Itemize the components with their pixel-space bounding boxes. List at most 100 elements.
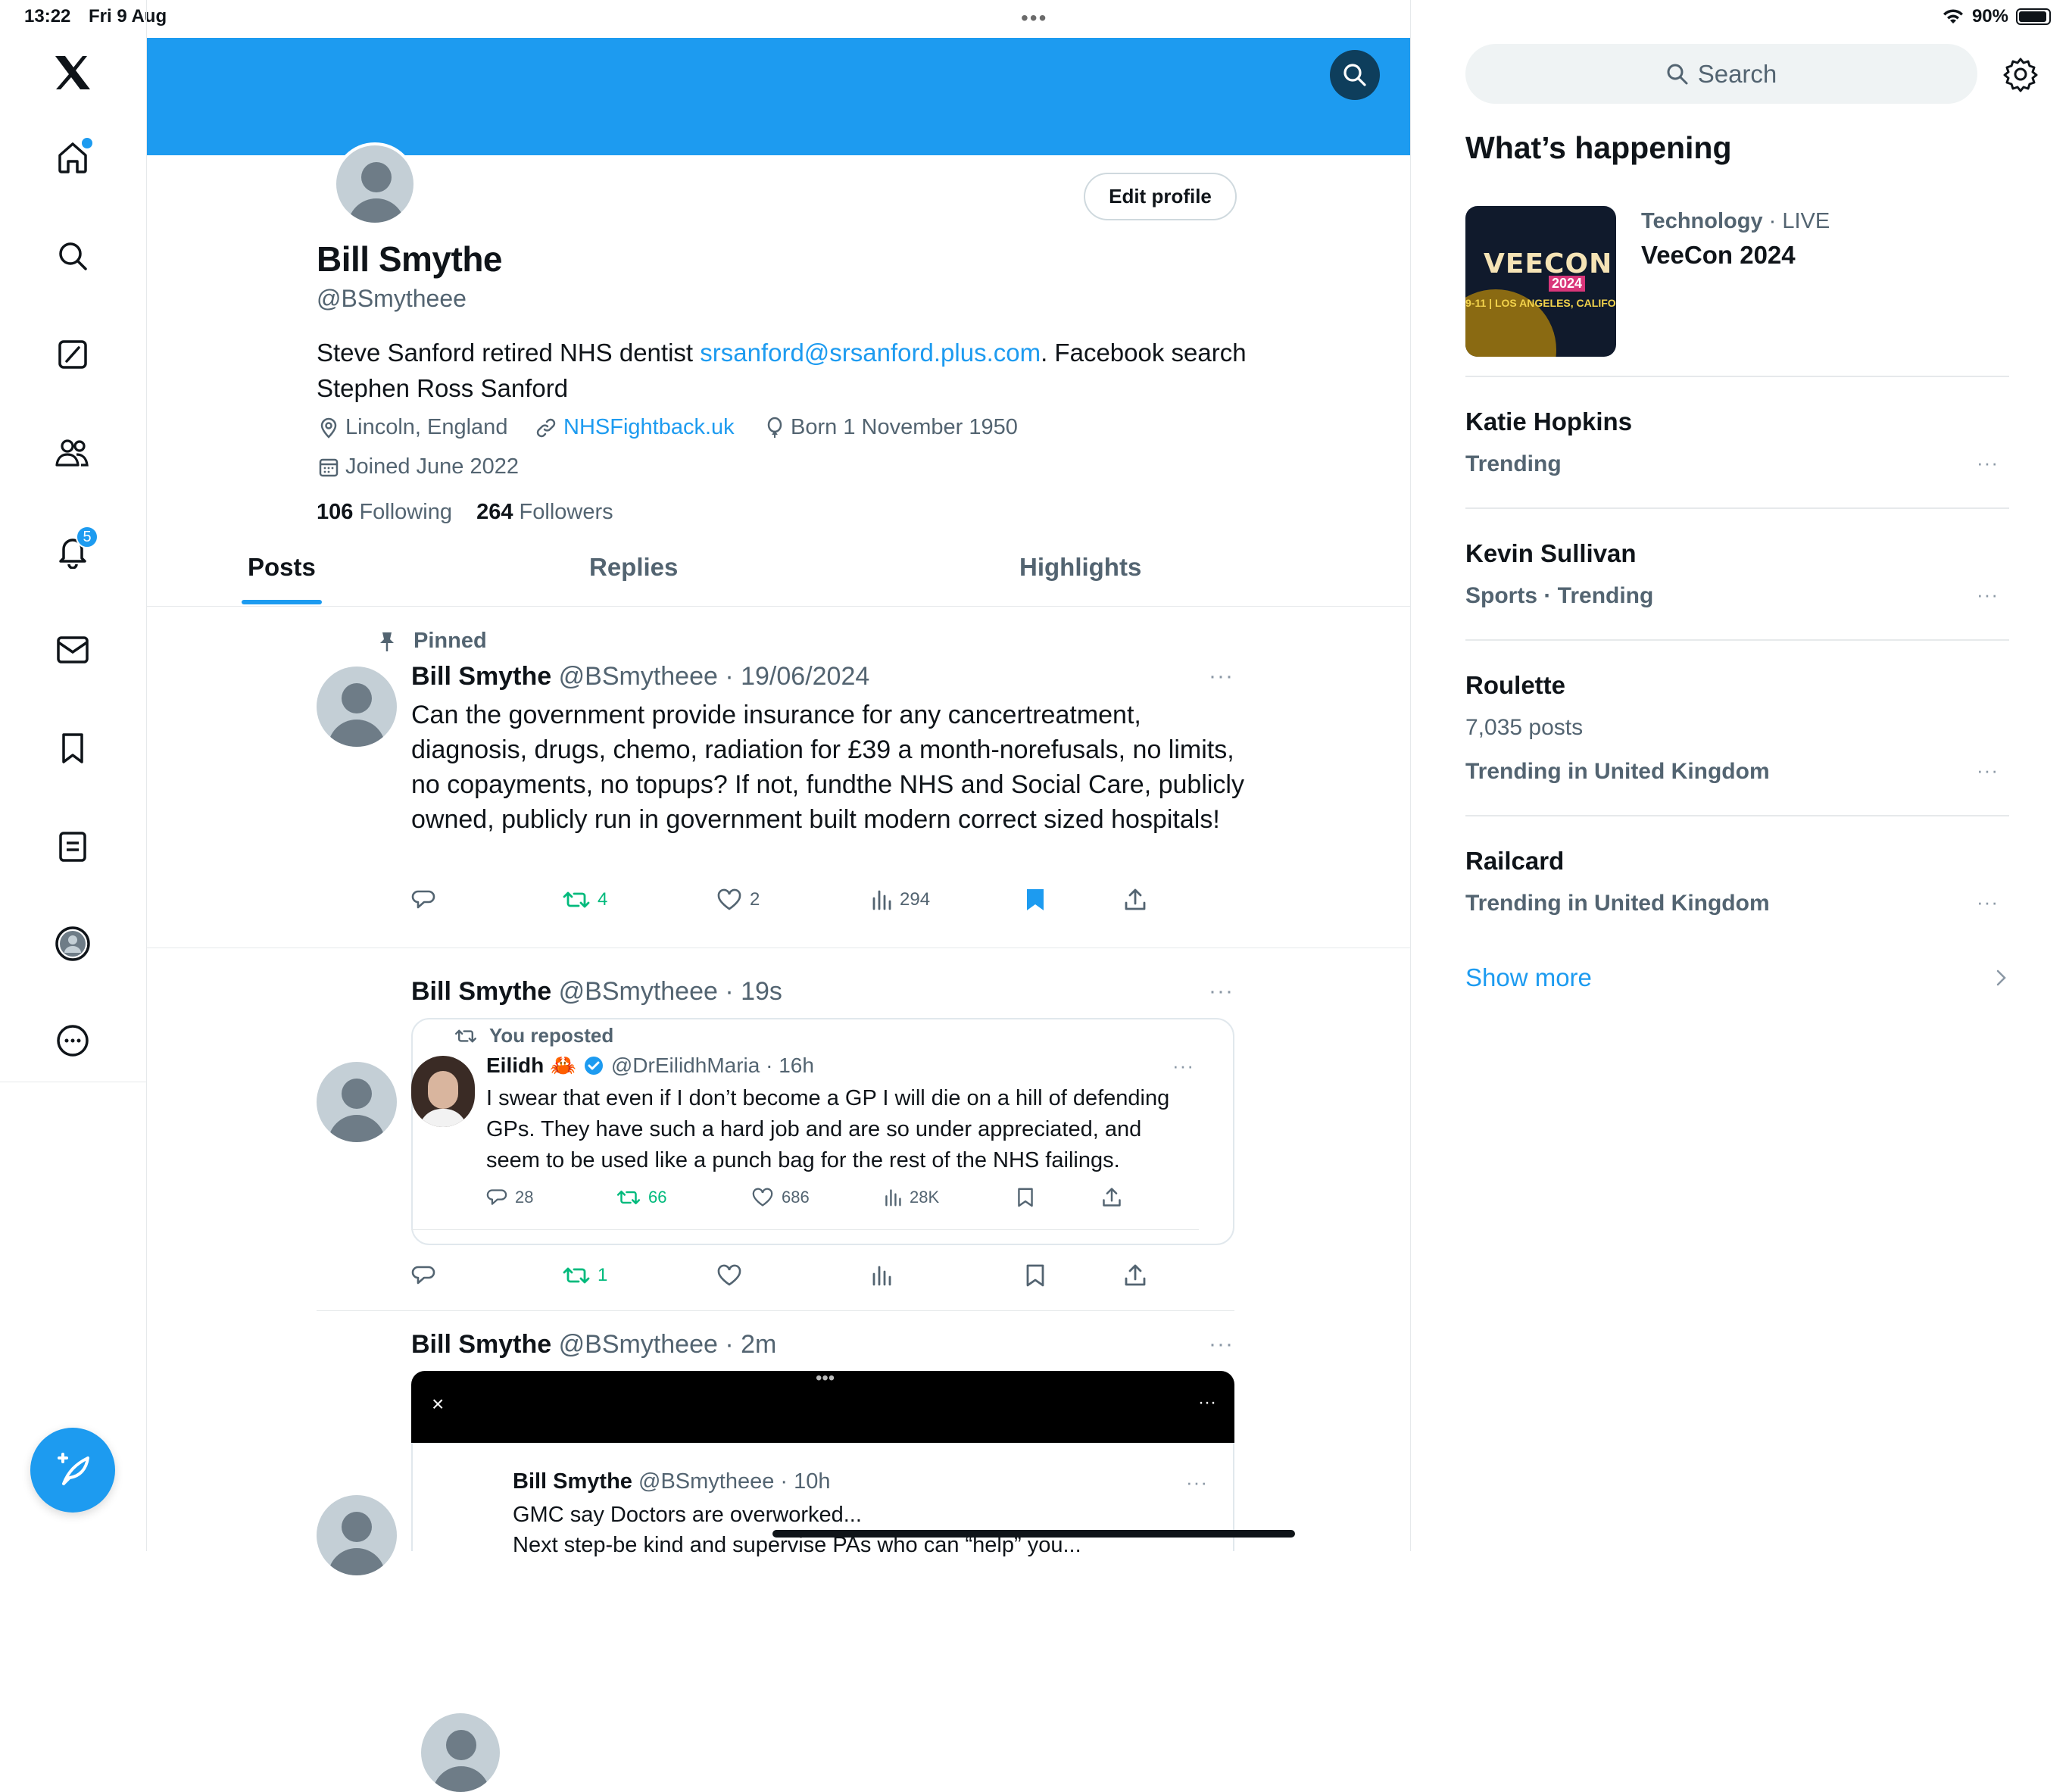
explore-search-icon[interactable]: [53, 236, 92, 276]
post-more-button[interactable]: ···: [1209, 1332, 1234, 1357]
bookmark-button[interactable]: [1025, 1263, 1046, 1288]
bio-email-link[interactable]: srsanford@srsanford.plus.com: [700, 339, 1041, 367]
joined-text: Joined June 2022: [345, 454, 519, 479]
quoted-like-button[interactable]: 686: [751, 1188, 810, 1207]
profile-website[interactable]: NHSFightback.uk: [535, 415, 735, 440]
views-button[interactable]: [871, 1264, 892, 1287]
post-author-name[interactable]: Bill Smythe: [411, 977, 551, 1006]
post-more-button[interactable]: ···: [1209, 979, 1234, 1004]
followers-label: Followers: [519, 500, 613, 524]
quoted-author-name[interactable]: Eilidh 🦀: [486, 1053, 576, 1078]
multitasking-dots[interactable]: •••: [1021, 6, 1047, 30]
profile-birthday: Born 1 November 1950: [765, 415, 1018, 440]
trend-more-button[interactable]: ···: [1977, 759, 1999, 782]
trend-name[interactable]: Railcard: [1465, 847, 1564, 876]
post-more-button[interactable]: ···: [1209, 663, 1234, 689]
video-grabber-dots[interactable]: •••: [816, 1368, 835, 1389]
quoted-share-button[interactable]: [1101, 1187, 1122, 1208]
bookmark-button[interactable]: [1025, 888, 1046, 912]
reply-button[interactable]: [411, 888, 435, 911]
wifi-icon: [1943, 9, 1963, 23]
follow-counts: 106 Following 264 Followers: [317, 500, 613, 525]
post-author-name[interactable]: Bill Smythe: [411, 1330, 551, 1359]
active-tab-indicator: [242, 600, 322, 604]
compose-feather-icon: [58, 1453, 89, 1485]
share-button[interactable]: [1123, 888, 1147, 912]
quoted-more-button[interactable]: ···: [1172, 1054, 1194, 1078]
quoted-author-name[interactable]: Bill Smythe: [513, 1469, 632, 1494]
trend-name[interactable]: Katie Hopkins: [1465, 407, 1632, 436]
reply-button[interactable]: [411, 1264, 435, 1287]
compose-post-button[interactable]: [30, 1428, 115, 1513]
communities-icon[interactable]: [53, 433, 92, 473]
video-more-button[interactable]: ···: [1198, 1392, 1216, 1413]
trend-more-button[interactable]: ···: [1977, 451, 1999, 475]
edit-profile-button[interactable]: Edit profile: [1084, 173, 1237, 220]
profile-avatar[interactable]: [333, 142, 417, 226]
trend-separator: [1465, 639, 2009, 641]
event-category-label: Technology: [1641, 209, 1763, 233]
veecon-event-image[interactable]: VEECON 2024 9-11 | LOS ANGELES, CALIFORN…: [1465, 206, 1616, 357]
quoted-more-button[interactable]: ···: [1186, 1471, 1208, 1494]
profile-tabs: Posts Replies Highlights: [147, 545, 1410, 607]
quoted-repost-button[interactable]: 66: [616, 1188, 666, 1207]
quoted-views-count: 28K: [910, 1188, 940, 1207]
repost-button[interactable]: 1: [563, 1264, 607, 1287]
eilidh-avatar[interactable]: [411, 1056, 475, 1127]
post-avatar[interactable]: [317, 1062, 397, 1142]
repost-small-icon: [455, 1029, 477, 1042]
tab-replies[interactable]: Replies: [589, 553, 678, 582]
trend-name[interactable]: Roulette: [1465, 671, 1565, 700]
x-logo-icon[interactable]: [53, 53, 92, 92]
repost-icon: [616, 1190, 641, 1205]
home-indicator[interactable]: [772, 1530, 1295, 1538]
battery-percent: 90%: [1971, 6, 2008, 27]
post-avatar[interactable]: [317, 1495, 397, 1575]
chevron-right-icon: [1995, 968, 2007, 988]
repost-count: 4: [598, 889, 608, 910]
event-title[interactable]: VeeCon 2024: [1641, 241, 1796, 270]
following-link[interactable]: 106 Following: [317, 500, 452, 524]
repost-button[interactable]: 4: [563, 888, 607, 911]
notifications-bell-icon[interactable]: 5: [53, 526, 98, 571]
search-input[interactable]: Search: [1465, 44, 1977, 104]
quoted-avatar[interactable]: [421, 1713, 500, 1792]
post-header: Bill Smythe @BSmytheee · 2m: [411, 1330, 776, 1360]
share-button[interactable]: [1123, 1263, 1147, 1288]
video-close-button[interactable]: ×: [432, 1392, 444, 1416]
home-icon[interactable]: [53, 136, 94, 177]
show-more-link[interactable]: Show more: [1465, 963, 1592, 992]
status-time: 13:22: [24, 6, 71, 27]
bookmarks-icon[interactable]: [53, 729, 92, 768]
trend-more-button[interactable]: ···: [1977, 583, 1999, 607]
profile-icon[interactable]: [53, 924, 92, 963]
like-button[interactable]: 2: [716, 888, 760, 911]
trend-name[interactable]: Kevin Sullivan: [1465, 539, 1637, 568]
like-button[interactable]: [716, 1264, 742, 1287]
views-chart-icon: [872, 1266, 891, 1286]
post-avatar[interactable]: [317, 667, 397, 747]
website-link[interactable]: NHSFightback.uk: [563, 415, 735, 440]
trend-more-button[interactable]: ···: [1977, 891, 1999, 914]
followers-link[interactable]: 264 Followers: [476, 500, 613, 524]
post-separator: [317, 1310, 1234, 1311]
tab-posts[interactable]: Posts: [248, 553, 316, 582]
tab-highlights[interactable]: Highlights: [1019, 553, 1141, 582]
profile-banner[interactable]: [147, 38, 1410, 155]
lists-icon[interactable]: [53, 827, 92, 866]
quoted-views-button[interactable]: 28K: [884, 1188, 939, 1207]
views-button[interactable]: 294: [871, 888, 930, 911]
post-author-name[interactable]: Bill Smythe: [411, 662, 551, 691]
quoted-post-header: Bill Smythe @BSmytheee · 10h: [513, 1469, 831, 1494]
verified-badge-icon: [584, 1056, 603, 1075]
banner-search-button[interactable]: [1330, 50, 1380, 100]
quoted-reply-button[interactable]: 28: [486, 1188, 533, 1207]
quoted-bookmark-button[interactable]: [1016, 1187, 1034, 1208]
trend-separator: [1465, 376, 2009, 377]
settings-gear-icon[interactable]: [2001, 55, 2040, 94]
more-options-icon[interactable]: [53, 1021, 92, 1060]
messages-envelope-icon[interactable]: [53, 630, 92, 670]
balloon-icon: [767, 417, 782, 438]
home-notification-dot: [80, 136, 94, 150]
grok-icon[interactable]: [53, 335, 92, 374]
